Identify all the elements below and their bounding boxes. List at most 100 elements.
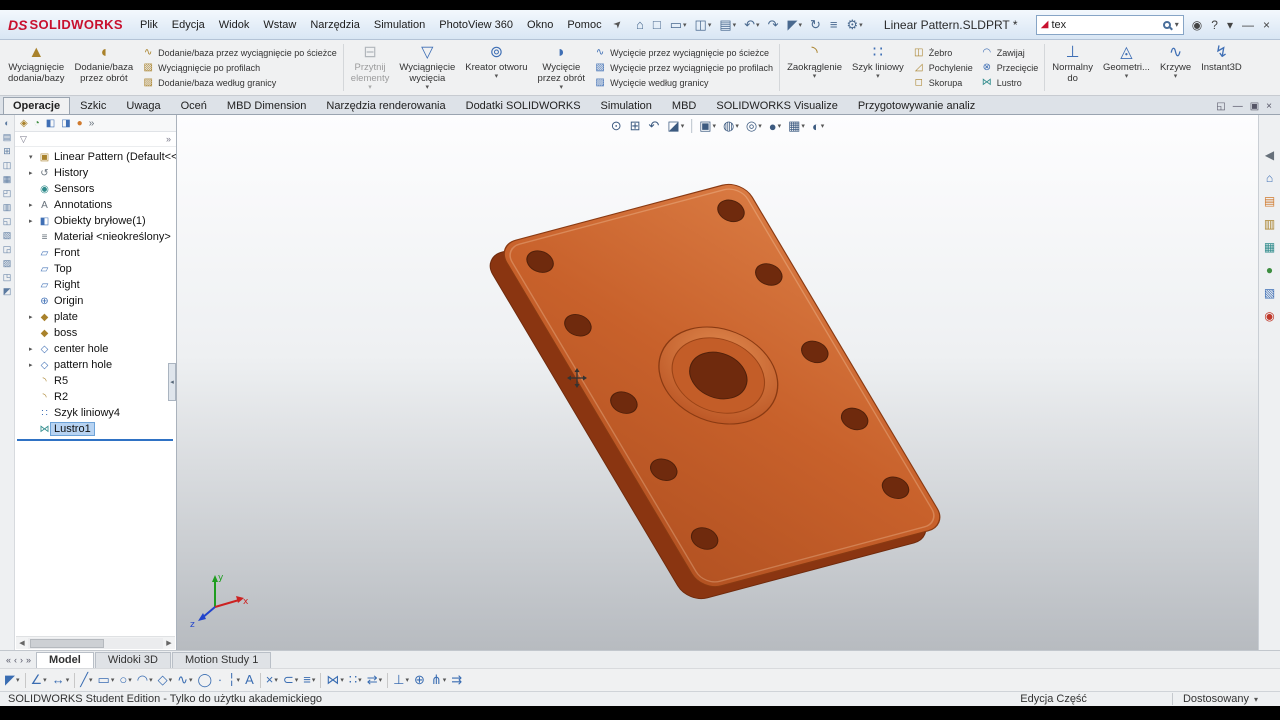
tab-solidworks-visualize[interactable]: SOLIDWORKS Visualize [706,97,847,114]
scroll-last-icon[interactable]: » [26,655,31,665]
home-icon[interactable]: ⌂ [633,16,648,33]
appearances-icon[interactable]: ● [1266,264,1273,277]
repair-sketch-icon[interactable]: ⊕ [414,673,426,687]
move-entities-icon[interactable]: ⇄ ▾ [367,673,382,687]
rectangle-icon[interactable]: ▭ ▾ [98,673,115,687]
tree-item-r5[interactable]: ◝ R5 [15,373,176,389]
restore-document-icon[interactable]: ◱ [1216,101,1225,112]
tree-item-szyk-liniowy4[interactable]: ∷ Szyk liniowy4 [15,405,176,421]
forum-icon[interactable]: ◉ [1264,310,1274,323]
menu-wstaw[interactable]: Wstaw [256,15,303,35]
scroll-right-icon[interactable]: ▶ [163,639,175,647]
filter-more-icon[interactable]: » [166,134,171,144]
linear-sketch-pattern-icon[interactable]: ∷ ▾ [349,673,362,687]
tree-horizontal-scrollbar[interactable]: ◀ ▶ [16,636,175,649]
dock-tool-icon[interactable]: ◳ [3,272,12,282]
menu-okno[interactable]: Okno [520,15,560,35]
instant3d-button[interactable]: ↯ Instant3D [1196,42,1247,93]
sketch-icon[interactable]: ∠ ▾ [31,673,47,687]
mirror-button[interactable]: ⋈ Lustro [981,75,1039,90]
toolbar-separator[interactable] [259,672,261,688]
circle-icon[interactable]: ○ ▾ [119,673,131,687]
print-icon[interactable]: ▤ ▾ [716,16,739,34]
rollback-bar[interactable] [17,439,173,441]
swept-boss-button[interactable]: ∿ Dodanie/baza przez wyciągnięcie po ści… [142,45,337,60]
view-palette-icon[interactable]: ▦ [1264,241,1275,254]
tab-mbd-dimension[interactable]: MBD Dimension [217,97,316,114]
tab-przygotowywanie-analiz[interactable]: Przygotowywanie analiz [848,97,985,114]
tree-item-front-plane[interactable]: ▱ Front [15,245,176,261]
dock-tool-icon[interactable]: ▥ [3,202,12,212]
scroll-left-icon[interactable]: ◀ [16,639,28,647]
dock-tool-icon[interactable]: ▦ [3,174,12,184]
tree-item-history[interactable]: ▸ ↺ History [15,165,176,181]
zoom-fit-icon[interactable]: ⊙ [611,118,623,134]
dock-tool-icon[interactable]: ◐ [4,118,9,128]
tab-ocen[interactable]: Oceń [171,97,217,114]
save-icon[interactable]: ◫ ▾ [692,16,715,34]
lofted-cut-button[interactable]: ▧ Wycięcie przez wyciągnięcie po profila… [594,60,773,75]
plate-part-model[interactable] [483,180,948,603]
dock-tool-icon[interactable]: ◫ [3,160,12,170]
expand-tabs-icon[interactable]: » [89,118,95,129]
menu-simulation[interactable]: Simulation [367,15,432,35]
boundary-cut-button[interactable]: ▨ Wycięcie według granicy [594,75,773,90]
design-library-icon[interactable]: ▤ [1264,195,1275,208]
pin-icon[interactable]: ➤ [611,18,625,32]
propertymanager-tab-icon[interactable]: ◔ [34,118,40,129]
search-icon[interactable] [1162,20,1171,29]
mirror-entities-icon[interactable]: ⋈ ▾ [326,673,344,687]
expander-arrow-icon[interactable]: ▾ [29,153,38,161]
offset-entities-icon[interactable]: ≡ ▾ [303,673,315,687]
tab-dodatki-solidworks[interactable]: Dodatki SOLIDWORKS [456,97,591,114]
hide-show-items-icon[interactable]: ◎ ▾ [746,118,762,134]
redo-icon[interactable]: ↷ [765,16,783,34]
extruded-cut-button[interactable]: ▽ Wyciągnięcie wycięcia ▾ [394,42,460,93]
view-settings-icon[interactable]: ◐ ▾ [812,119,824,134]
lofted-boss-button[interactable]: ▧ Wyciągnięcie po profilach [142,60,337,75]
display-style-icon[interactable]: ◍ ▾ [723,118,739,134]
close-document-icon[interactable]: × [1266,101,1272,112]
tab-motion-study-1[interactable]: Motion Study 1 [171,652,272,668]
help-dropdown-icon[interactable]: ▾ [1227,18,1233,32]
extruded-boss-button[interactable]: ▲ Wyciągnięcie dodania/bazy [3,42,70,93]
help-icon[interactable]: ? [1211,18,1218,32]
toolbar-separator[interactable] [387,672,389,688]
tree-item-plate[interactable]: ▸ ◆ plate [15,309,176,325]
filter-funnel-icon[interactable]: ▽ [20,134,27,145]
centerline-icon[interactable]: ╎ ▾ [228,673,240,687]
options-icon[interactable]: ⚙ ▾ [843,16,865,34]
scroll-next-icon[interactable]: › [20,655,23,665]
dock-tool-icon[interactable]: ▨ [3,258,12,268]
revolved-cut-button[interactable]: ◗ Wycięcie przez obrót ▾ [533,42,591,93]
ellipse-icon[interactable]: ◯ [198,673,214,687]
spline-icon[interactable]: ∿ ▾ [177,673,192,687]
expander-arrow-icon[interactable]: ▸ [29,345,38,353]
reference-geometry-button[interactable]: ◬ Geometri... ▾ [1098,42,1155,93]
tree-item-r2[interactable]: ◝ R2 [15,389,176,405]
tab-widoki-3d[interactable]: Widoki 3D [94,652,171,668]
previous-view-icon[interactable]: ↶ [649,118,661,134]
intersect-button[interactable]: ⊗ Przecięcie [981,60,1039,75]
tree-item-center-hole[interactable]: ▸ ◇ center hole [15,341,176,357]
select-icon[interactable]: ◤ ▾ [784,16,805,34]
tree-item-lustro1[interactable]: ⋈ Lustro1 [15,421,176,437]
tree-item-sensors[interactable]: ◉ Sensors [15,181,176,197]
tree-item-root[interactable]: ▾ ▣ Linear Pattern (Default<<D [15,149,176,165]
normal-to-button[interactable]: ⊥ Normalny do [1047,42,1098,93]
tree-item-pattern-hole[interactable]: ▸ ◇ pattern hole [15,357,176,373]
polygon-icon[interactable]: ◇ ▾ [158,673,173,687]
swept-cut-button[interactable]: ∿ Wycięcie przez wyciągnięcie po ścieżce [594,45,773,60]
search-input[interactable] [1051,18,1163,31]
menu-plik[interactable]: Plik [133,15,165,35]
quick-snaps-icon[interactable]: ⋔ ▾ [431,673,446,687]
scrollbar-thumb[interactable] [30,638,105,648]
rib-button[interactable]: ◫ Żebro [913,45,973,60]
tree-item-top-plane[interactable]: ▱ Top [15,261,176,277]
dock-tool-icon[interactable]: ◲ [3,244,12,254]
draft-button[interactable]: ◿ Pochylenie [913,60,973,75]
customized-selector[interactable]: Dostosowany ▾ [1171,693,1258,705]
curves-button[interactable]: ∿ Krzywe ▾ [1155,42,1196,93]
expander-arrow-icon[interactable]: ▸ [29,313,38,321]
tree-item-origin[interactable]: ⊕ Origin [15,293,176,309]
